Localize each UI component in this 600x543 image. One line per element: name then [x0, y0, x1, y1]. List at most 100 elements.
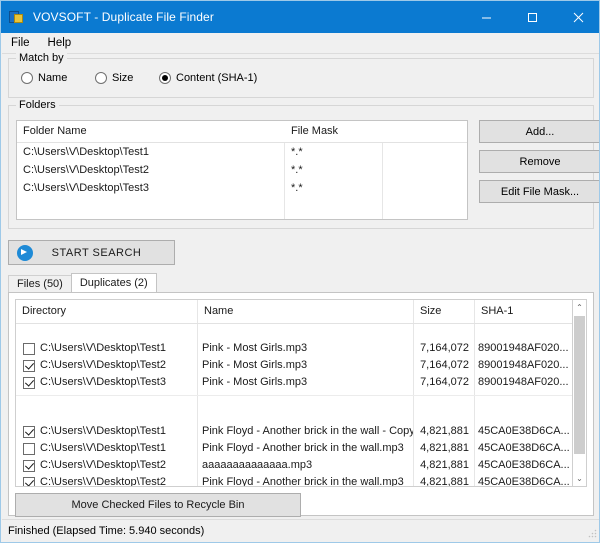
table-row[interactable]: C:\Users\V\Desktop\Test2 Pink Floyd - An…	[16, 474, 574, 487]
radio-label-content: Content (SHA-1)	[176, 72, 257, 84]
menu-item-file[interactable]: File	[2, 35, 39, 51]
dup-sha1: 89001948AF020...	[478, 357, 574, 374]
dup-name: Pink - Most Girls.mp3	[202, 357, 413, 374]
folders-header-folder-name[interactable]: Folder Name	[17, 121, 284, 142]
dup-size: 7,164,072	[414, 374, 469, 391]
dup-name: Pink Floyd - Another brick in the wall.m…	[202, 440, 413, 457]
row-checkbox[interactable]	[23, 460, 35, 472]
radio-label-name: Name	[38, 72, 67, 84]
radio-match-size[interactable]: Size	[95, 70, 133, 86]
maximize-button[interactable]	[509, 1, 555, 33]
folders-header-extra[interactable]	[383, 121, 467, 142]
title-bar: VOVSOFT - Duplicate File Finder	[1, 1, 600, 33]
dup-size: 4,821,881	[414, 457, 469, 474]
table-row[interactable]: C:\Users\V\Desktop\Test1 Pink Floyd - An…	[16, 440, 574, 457]
duplicates-table-body: C:\Users\V\Desktop\Test1 Pink - Most Gir…	[16, 324, 574, 487]
radio-dot-size	[95, 72, 107, 84]
dup-name: Pink Floyd - Another brick in the wall -…	[202, 423, 413, 440]
dup-sha1: 89001948AF020...	[478, 374, 574, 391]
folder-path: C:\Users\V\Desktop\Test2	[17, 161, 284, 179]
app-icon	[9, 9, 25, 25]
dup-name: Pink Floyd - Another brick in the wall.m…	[202, 474, 413, 487]
close-button[interactable]	[555, 1, 600, 33]
dup-size: 7,164,072	[414, 357, 469, 374]
table-row[interactable]: C:\Users\V\Desktop\Test2 aaaaaaaaaaaaaa.…	[16, 457, 574, 474]
duplicates-vertical-scrollbar[interactable]: ⌃ ⌄	[572, 299, 587, 487]
row-checkbox[interactable]	[23, 443, 35, 455]
scroll-down-icon[interactable]: ⌄	[573, 471, 586, 486]
resize-grip-icon[interactable]	[587, 528, 597, 538]
dup-header-name[interactable]: Name	[198, 300, 413, 323]
dup-sha1: 45CA0E38D6CA...	[478, 423, 574, 440]
scroll-up-icon[interactable]: ⌃	[573, 300, 586, 315]
play-arrow-icon	[17, 245, 33, 261]
scrollbar-thumb[interactable]	[574, 316, 585, 454]
dup-directory: C:\Users\V\Desktop\Test1	[40, 340, 197, 357]
dup-sha1: 45CA0E38D6CA...	[478, 440, 574, 457]
folders-table-row-empty	[17, 215, 467, 220]
table-row[interactable]: C:\Users\V\Desktop\Test2 Pink - Most Gir…	[16, 357, 574, 374]
folders-table-row[interactable]: C:\Users\V\Desktop\Test1 *.*	[17, 143, 467, 161]
dup-header-size[interactable]: Size	[414, 300, 474, 323]
menu-item-help[interactable]: Help	[39, 35, 81, 51]
edit-file-mask-button[interactable]: Edit File Mask...	[479, 180, 600, 203]
match-by-group: Match by Name Size Content (SHA-1)	[8, 58, 594, 98]
table-row[interactable]: C:\Users\V\Desktop\Test3 Pink - Most Gir…	[16, 374, 574, 391]
radio-dot-name	[21, 72, 33, 84]
folders-table-header: Folder Name File Mask	[17, 121, 467, 143]
dup-directory: C:\Users\V\Desktop\Test2	[40, 457, 197, 474]
table-row[interactable]: C:\Users\V\Desktop\Test1 Pink Floyd - An…	[16, 423, 574, 440]
folders-table[interactable]: Folder Name File Mask C:\Users\V\Desktop…	[16, 120, 468, 220]
radio-dot-content	[159, 72, 171, 84]
start-search-label: START SEARCH	[33, 247, 174, 259]
duplicates-table[interactable]: Directory Name Size SHA-1 C:\Users\V\Des…	[15, 299, 575, 487]
folders-group: Folders Folder Name File Mask C:\Users\V…	[8, 105, 594, 229]
dup-size: 7,164,072	[414, 340, 469, 357]
match-by-options: Name Size Content (SHA-1)	[9, 70, 593, 88]
dup-sha1: 89001948AF020...	[478, 340, 574, 357]
dup-size: 4,821,881	[414, 474, 469, 487]
dup-group-gap	[16, 407, 574, 423]
dup-name: Pink - Most Girls.mp3	[202, 340, 413, 357]
minimize-button[interactable]	[463, 1, 509, 33]
window-title: VOVSOFT - Duplicate File Finder	[33, 10, 214, 24]
dup-directory: C:\Users\V\Desktop\Test3	[40, 374, 197, 391]
radio-label-size: Size	[112, 72, 133, 84]
dup-header-directory[interactable]: Directory	[16, 300, 197, 323]
dup-size: 4,821,881	[414, 440, 469, 457]
dup-directory: C:\Users\V\Desktop\Test1	[40, 423, 197, 440]
folder-file-mask: *.*	[285, 179, 382, 197]
menu-bar: File Help	[2, 33, 600, 54]
application-window: VOVSOFT - Duplicate File Finder File Hel…	[0, 0, 600, 543]
dup-group-separator	[16, 391, 574, 407]
dup-directory: C:\Users\V\Desktop\Test2	[40, 474, 197, 487]
row-checkbox[interactable]	[23, 377, 35, 389]
tab-files[interactable]: Files (50)	[8, 275, 72, 292]
folders-group-title: Folders	[16, 99, 59, 111]
radio-match-content[interactable]: Content (SHA-1)	[159, 70, 257, 86]
dup-group-gap	[16, 324, 574, 340]
row-checkbox[interactable]	[23, 426, 35, 438]
start-search-button[interactable]: START SEARCH	[8, 240, 175, 265]
tab-duplicates[interactable]: Duplicates (2)	[71, 273, 157, 292]
folder-path: C:\Users\V\Desktop\Test3	[17, 179, 284, 197]
dup-header-sha1[interactable]: SHA-1	[475, 300, 574, 323]
folders-table-row[interactable]: C:\Users\V\Desktop\Test3 *.*	[17, 179, 467, 197]
duplicates-table-header: Directory Name Size SHA-1	[16, 300, 574, 324]
move-to-recycle-bin-button[interactable]: Move Checked Files to Recycle Bin	[15, 493, 301, 517]
folders-header-file-mask[interactable]: File Mask	[285, 121, 382, 142]
folders-table-row[interactable]: C:\Users\V\Desktop\Test2 *.*	[17, 161, 467, 179]
dup-name: aaaaaaaaaaaaaa.mp3	[202, 457, 413, 474]
folder-path: C:\Users\V\Desktop\Test1	[17, 143, 284, 161]
row-checkbox[interactable]	[23, 343, 35, 355]
row-checkbox[interactable]	[23, 360, 35, 372]
folder-file-mask: *.*	[285, 143, 382, 161]
radio-match-name[interactable]: Name	[21, 70, 67, 86]
status-text: Finished (Elapsed Time: 5.940 seconds)	[2, 525, 204, 537]
table-row[interactable]: C:\Users\V\Desktop\Test1 Pink - Most Gir…	[16, 340, 574, 357]
add-folder-button[interactable]: Add...	[479, 120, 600, 143]
dup-sha1: 45CA0E38D6CA...	[478, 474, 574, 487]
remove-folder-button[interactable]: Remove	[479, 150, 600, 173]
row-checkbox[interactable]	[23, 477, 35, 488]
folders-table-row-empty	[17, 197, 467, 215]
